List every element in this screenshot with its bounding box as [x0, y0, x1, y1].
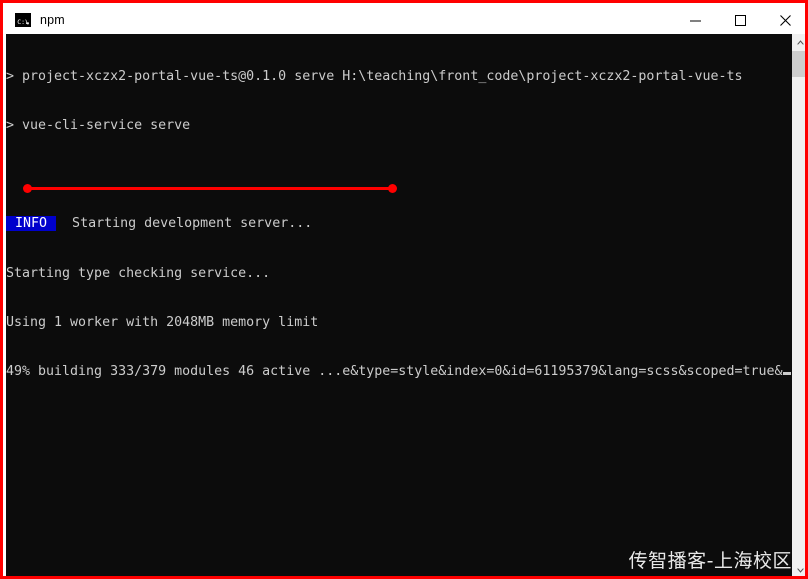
console-line: > vue-cli-service serve: [6, 118, 792, 134]
scroll-thumb[interactable]: [792, 51, 805, 77]
console-line-progress: 49% building 333/379 modules 46 active .…: [6, 364, 792, 380]
console-text: > project-xczx2-portal-vue-ts@0.1.0 serv…: [6, 36, 792, 413]
watermark: 传智播客-上海校区: [628, 550, 792, 572]
minimize-button[interactable]: [673, 6, 718, 34]
title-bar[interactable]: C:\ npm: [6, 6, 805, 34]
console-output-area[interactable]: > project-xczx2-portal-vue-ts@0.1.0 serv…: [6, 34, 805, 576]
console-line-text: Starting type checking service...: [6, 265, 271, 281]
console-line: Starting type checking service...: [6, 266, 792, 282]
console-line: > project-xczx2-portal-vue-ts@0.1.0 serv…: [6, 69, 792, 85]
console-line-text: > vue-cli-service serve: [6, 118, 191, 134]
console-line: Using 1 worker with 2048MB memory limit: [6, 315, 792, 331]
console-window: C:\ npm > project-xczx2-portal-vue-ts@0.…: [0, 0, 808, 579]
console-window-icon: C:\: [15, 12, 31, 28]
maximize-button[interactable]: [718, 6, 763, 34]
chevron-up-icon[interactable]: [792, 34, 805, 51]
console-line-text: 49% building 333/379 modules 46 active .…: [6, 364, 783, 380]
vertical-scrollbar[interactable]: [792, 34, 805, 576]
console-line-text: Starting development server...: [56, 216, 313, 232]
close-button[interactable]: [763, 6, 805, 34]
console-line-text: > project-xczx2-portal-vue-ts@0.1.0 serv…: [6, 68, 743, 84]
console-line-text: Using 1 worker with 2048MB memory limit: [6, 314, 319, 330]
window-title: npm: [40, 13, 65, 27]
svg-text:C:\: C:\: [17, 18, 29, 26]
terminal-cursor: [782, 372, 791, 376]
console-line-info: INFO Starting development server...: [6, 216, 792, 232]
chevron-down-icon[interactable]: [792, 562, 805, 576]
info-badge: INFO: [6, 216, 57, 232]
